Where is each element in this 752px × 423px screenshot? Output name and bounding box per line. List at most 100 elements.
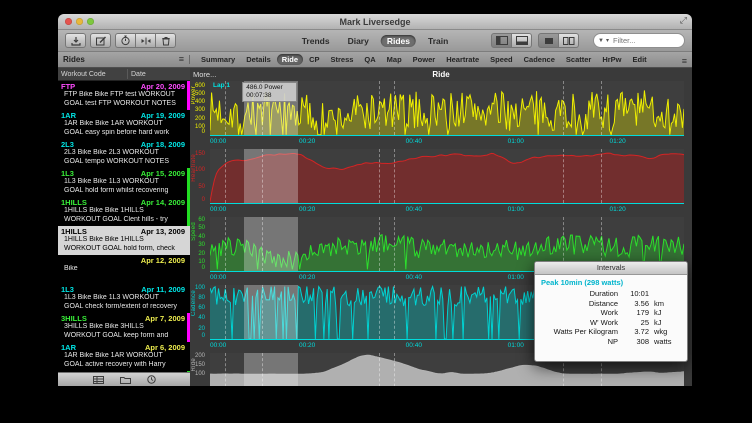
- ride-list[interactable]: FTPApr 20, 2009FTP Bike Bike FTP test WO…: [58, 81, 190, 372]
- workout-detail-line: 3HILLS Bike Bike 3HILLS: [61, 323, 185, 332]
- ride-list-item[interactable]: 2L3Apr 18, 20092L3 Bike Bike 2L3 WORKOUT…: [58, 139, 190, 168]
- tab-qa[interactable]: QA: [359, 54, 380, 65]
- interval-marker-line: [394, 217, 395, 271]
- workout-date: Apr 6, 2009: [145, 343, 185, 352]
- chart-heartrate[interactable]: Heartrate15010050000:0000:2000:4001:0001…: [190, 149, 692, 217]
- plot-area-power[interactable]: Lap 1486.0 Power00:07:38: [210, 81, 684, 136]
- compose-button[interactable]: [90, 33, 111, 48]
- close-button[interactable]: [65, 18, 72, 25]
- style-toggles: [538, 33, 579, 48]
- tab-map[interactable]: Map: [382, 54, 407, 65]
- activity-tools-group: [115, 33, 176, 48]
- tab-cadence[interactable]: Cadence: [519, 54, 560, 65]
- plot-area-heartrate[interactable]: [210, 149, 684, 204]
- tabbed-view-icon: [544, 37, 554, 45]
- chart-menu: ≡: [677, 51, 692, 69]
- title-bar[interactable]: Mark Liversedge ⤢: [58, 14, 692, 30]
- compose-icon: [95, 36, 107, 46]
- sidebar-menu-icon[interactable]: ≡: [179, 55, 184, 64]
- ride-list-item[interactable]: 1L3Apr 11, 20091L3 Bike Bike 1L3 WORKOUT…: [58, 284, 190, 313]
- interval-marker-line: [262, 149, 263, 203]
- view-tab-rides[interactable]: Rides: [381, 35, 416, 47]
- x-tick-label: 00:00: [210, 274, 226, 281]
- folder-icon[interactable]: [120, 376, 131, 384]
- tab-heartrate[interactable]: Heartrate: [441, 54, 484, 65]
- clock-icon[interactable]: [147, 375, 156, 384]
- tab-bar: Rides ≡ SummaryDetailsRideCPStressQAMapP…: [58, 52, 692, 68]
- selection-region[interactable]: [244, 285, 298, 339]
- workout-code: 2L3: [61, 140, 74, 149]
- list-view-icon[interactable]: [93, 376, 104, 384]
- view-tab-diary[interactable]: Diary: [342, 35, 375, 47]
- delete-button[interactable]: [156, 33, 176, 48]
- workout-detail-line: [61, 274, 185, 283]
- tab-summary[interactable]: Summary: [196, 54, 240, 65]
- workout-date: Apr 14, 2009: [141, 198, 185, 207]
- interval-stat-row: Duration10:01: [535, 289, 687, 299]
- app-window: Mark Liversedge ⤢ Trends Diary Rides Train: [58, 14, 692, 386]
- workout-date: Apr 19, 2009: [141, 111, 185, 120]
- interval-marker-line: [379, 81, 380, 135]
- tab-hrpw[interactable]: HrPw: [597, 54, 626, 65]
- tab-stress[interactable]: Stress: [325, 54, 358, 65]
- filter-funnel-icon: ▼: [598, 38, 604, 44]
- ride-list-item[interactable]: 1HILLSApr 14, 20091HILLS Bike Bike 1HILL…: [58, 197, 190, 226]
- tabbed-style-button[interactable]: [538, 33, 559, 48]
- workout-date: Apr 12, 2009: [141, 256, 185, 265]
- chart-title: Ride: [190, 70, 692, 79]
- chart-power[interactable]: Power6005004003002001000Lap 1486.0 Power…: [190, 81, 692, 149]
- tiled-style-button[interactable]: [559, 33, 579, 48]
- view-tab-train[interactable]: Train: [422, 35, 454, 47]
- tab-scatter[interactable]: Scatter: [561, 54, 596, 65]
- import-button[interactable]: [65, 33, 86, 48]
- x-tick-label: 00:40: [406, 206, 422, 213]
- interval-stat-row: Work179kJ: [535, 308, 687, 318]
- ride-list-item[interactable]: 1ARApr 6, 20091AR Bike Bike 1AR WORKOUTG…: [58, 342, 190, 371]
- filter-field[interactable]: ▼ ▾: [593, 33, 685, 48]
- chart-menu-icon[interactable]: ≡: [682, 56, 687, 66]
- stat-value: 3.56: [623, 299, 649, 309]
- selection-region[interactable]: [244, 353, 298, 386]
- ride-list-item[interactable]: 3HILLSApr 7, 20093HILLS Bike Bike 3HILLS…: [58, 313, 190, 342]
- ride-list-item[interactable]: 5HILLSApr 5, 20095HILLS Bike 5HILLS WORK…: [58, 371, 190, 372]
- tab-ride[interactable]: Ride: [277, 54, 303, 65]
- tab-cp[interactable]: CP: [304, 54, 324, 65]
- tab-details[interactable]: Details: [241, 54, 276, 65]
- selection-region[interactable]: [244, 149, 298, 203]
- list-column-header[interactable]: Workout Code Date: [58, 68, 190, 81]
- column-workout-code[interactable]: Workout Code: [58, 71, 106, 78]
- split-button[interactable]: [136, 33, 156, 48]
- workout-detail-line: 1L3 Bike Bike 1L3 WORKOUT: [61, 294, 185, 303]
- stat-unit: kJ: [649, 318, 687, 328]
- filter-input[interactable]: [611, 35, 675, 46]
- workout-detail-line: GOAL test FTP WORKOUT NOTES: [61, 100, 185, 109]
- tab-speed[interactable]: Speed: [485, 54, 518, 65]
- interval-heading: Peak 10min (298 watts): [535, 275, 687, 289]
- lowbar-toggle-button[interactable]: [512, 33, 532, 48]
- view-tab-trends[interactable]: Trends: [296, 35, 336, 47]
- workout-detail-line: 1L3 Bike Bike 1L3 WORKOUT: [61, 178, 185, 187]
- workout-date: Apr 13, 2009: [141, 227, 185, 236]
- x-tick-label: 01:00: [508, 206, 524, 213]
- import-icon: [70, 36, 82, 46]
- fullscreen-icon[interactable]: ⤢: [680, 15, 687, 26]
- tab-power[interactable]: Power: [408, 54, 441, 65]
- minimize-button[interactable]: [76, 18, 83, 25]
- zoom-button[interactable]: [87, 18, 94, 25]
- ride-list-item[interactable]: 1ARApr 19, 20091AR Bike Bike 1AR WORKOUT…: [58, 110, 190, 139]
- ride-list-item[interactable]: 1L3Apr 15, 20091L3 Bike Bike 1L3 WORKOUT…: [58, 168, 190, 197]
- workout-date: Apr 15, 2009: [141, 169, 185, 178]
- x-tick-label: 01:00: [508, 138, 524, 145]
- intervals-popup[interactable]: Intervals Peak 10min (298 watts) Duratio…: [534, 261, 688, 362]
- intervals-popup-title[interactable]: Intervals: [535, 262, 687, 275]
- selection-region[interactable]: [244, 217, 298, 271]
- sidebar-toggle-button[interactable]: [491, 33, 512, 48]
- column-date[interactable]: Date: [131, 71, 146, 78]
- tab-edit[interactable]: Edit: [628, 54, 652, 65]
- workout-detail-line: WORKOUT GOAL Clent hills - try: [61, 216, 185, 225]
- stopwatch-button[interactable]: [115, 33, 136, 48]
- ride-list-item[interactable]: 1HILLSApr 13, 20091HILLS Bike Bike 1HILL…: [58, 226, 190, 255]
- ride-list-item[interactable]: Apr 12, 2009Bike: [58, 255, 190, 284]
- ride-list-item[interactable]: FTPApr 20, 2009FTP Bike Bike FTP test WO…: [58, 81, 190, 110]
- lowbar-panel-icon: [516, 36, 528, 45]
